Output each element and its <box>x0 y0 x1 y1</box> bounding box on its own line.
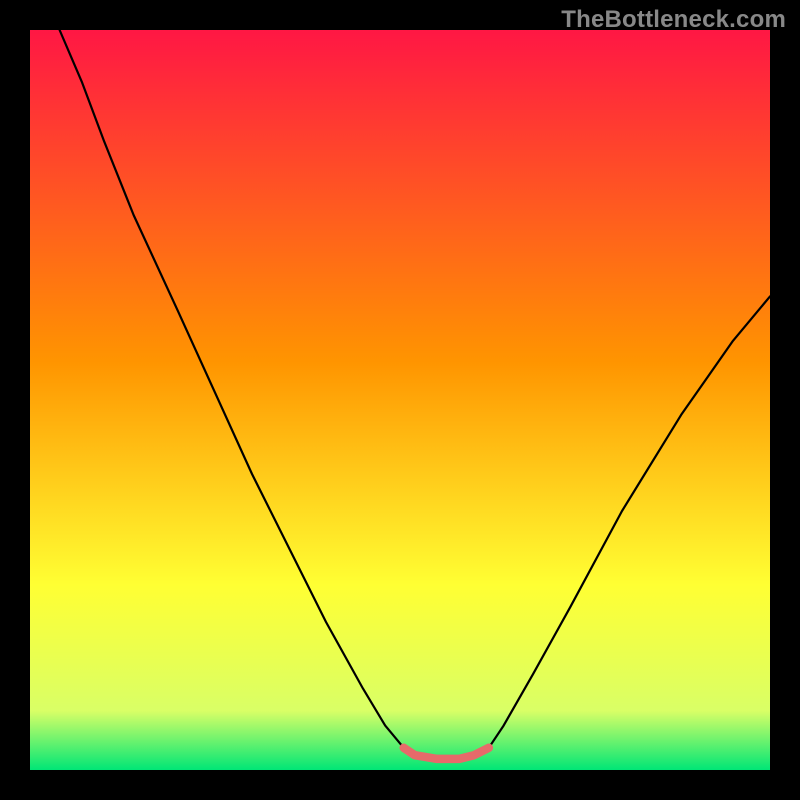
chart-svg <box>0 0 800 800</box>
chart-container: { "watermark": "TheBottleneck.com", "col… <box>0 0 800 800</box>
plot-background <box>30 30 770 770</box>
watermark-text: TheBottleneck.com <box>561 6 786 34</box>
